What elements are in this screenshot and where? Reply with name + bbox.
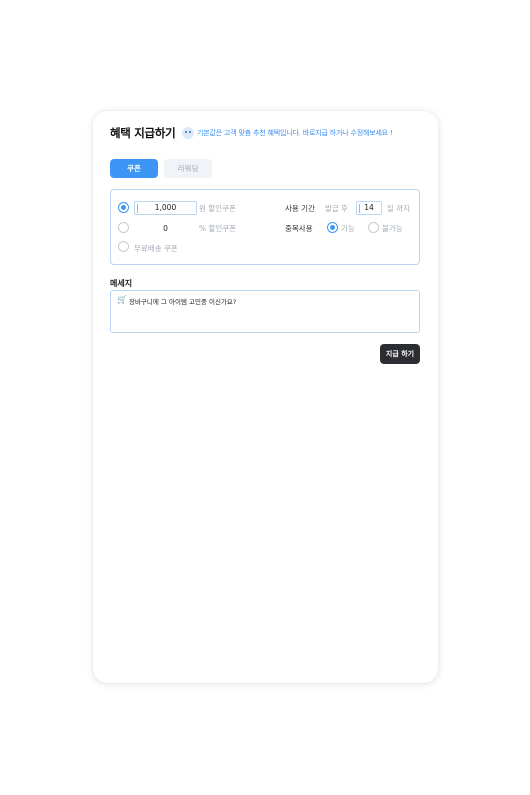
- duplicate-disallowed-label: 불가능: [382, 224, 403, 233]
- tab-coupon[interactable]: 쿠폰: [110, 159, 158, 178]
- tab-rewarding[interactable]: 리워딩: [164, 159, 212, 178]
- free-shipping-label: 무료배송 쿠폰: [134, 244, 178, 253]
- amount-coupon-label: 원 할인쿠폰: [199, 204, 236, 213]
- period-suffix: 일 까지: [387, 204, 411, 213]
- amount-input[interactable]: 1,000: [134, 201, 197, 215]
- page-title: 혜택 지급하기: [110, 126, 176, 140]
- period-label: 사용 기간: [285, 204, 315, 213]
- smile-face-icon: [182, 127, 194, 139]
- radio-amount-coupon[interactable]: [118, 202, 129, 213]
- radio-duplicate-disallowed[interactable]: [368, 222, 379, 233]
- message-text: 장바구니에 그 아이템 고민중 이신가요?: [128, 298, 237, 306]
- duplicate-label: 중복사용: [285, 224, 313, 233]
- message-textarea[interactable]: 🛒 장바구니에 그 아이템 고민중 이신가요?: [110, 290, 420, 333]
- message-label: 메세지: [110, 279, 133, 288]
- cart-icon: 🛒: [117, 295, 127, 304]
- submit-button[interactable]: 지급 하기: [380, 344, 420, 364]
- radio-percent-coupon[interactable]: [118, 222, 129, 233]
- coupon-options-panel: 1,000 원 할인쿠폰 0 % 할인쿠폰 무료배송 쿠폰 사용 기간 발급 후…: [110, 189, 420, 265]
- duplicate-allowed-label: 가능: [341, 224, 355, 233]
- benefit-card: 혜택 지급하기 기본값은 고객 맞춤 추천 혜택입니다. 바로지급 하거나 수정…: [93, 111, 438, 683]
- period-days-input[interactable]: 14: [356, 201, 382, 215]
- percent-input[interactable]: 0: [134, 224, 197, 233]
- percent-coupon-label: % 할인쿠폰: [199, 224, 237, 233]
- hint-text: 기본값은 고객 맞춤 추천 혜택입니다. 바로지급 하거나 수정해보세요 !: [182, 127, 393, 139]
- period-prefix: 발급 후: [325, 204, 349, 213]
- radio-free-shipping[interactable]: [118, 241, 129, 252]
- hint-label: 기본값은 고객 맞춤 추천 혜택입니다. 바로지급 하거나 수정해보세요 !: [197, 129, 393, 137]
- radio-duplicate-allowed[interactable]: [327, 222, 338, 233]
